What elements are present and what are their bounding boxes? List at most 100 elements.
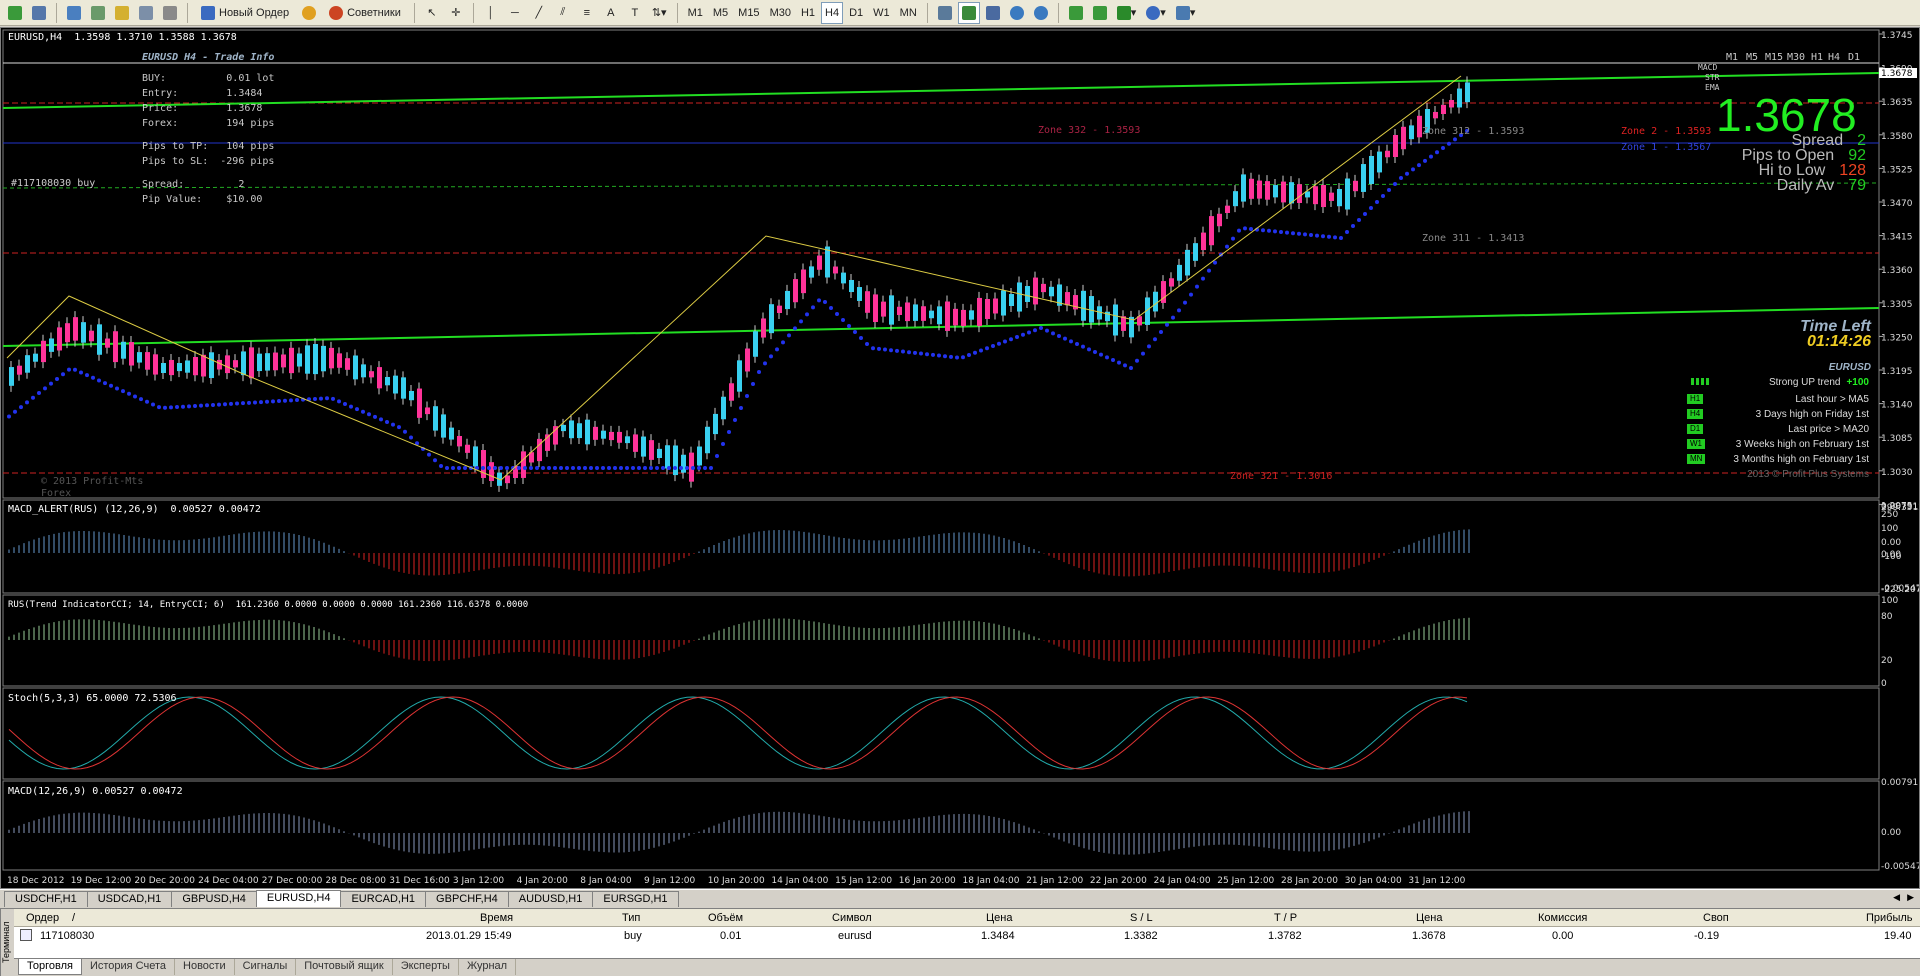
terminal-tab-journal[interactable]: Журнал [459,959,517,975]
horizontal-line-icon[interactable]: ─ [504,2,526,24]
trail-dot [1051,331,1055,336]
timeframe-H1[interactable]: H1 [797,2,819,24]
trail-dot [79,370,83,375]
timeframe-MN[interactable]: MN [896,2,921,24]
col-open-price[interactable]: Цена [986,912,1012,924]
symbol-tab-active[interactable]: EURUSD,H4 [255,890,342,907]
trail-dot [691,466,695,470]
symbol-tab[interactable]: USDCAD,H1 [86,891,173,907]
trail-dot [391,422,395,427]
crosshair-icon[interactable]: ✛ [445,2,467,24]
chart-window[interactable]: 1.37451.36901.36351.35801.35251.34701.34… [0,27,1920,889]
trail-dot [583,466,587,470]
terminal-panel: Терминал Ордер / Время Тип Объём Символ … [0,908,1920,976]
zoom-in-icon[interactable] [1006,2,1028,24]
terminal-tab-experts[interactable]: Эксперты [393,959,459,975]
symbol-tab[interactable]: AUDUSD,H1 [507,891,594,907]
profiles-icon[interactable] [28,2,50,24]
col-time[interactable]: Время [480,912,513,924]
channel-icon[interactable]: ⫽ [552,2,574,24]
trail-dot [337,399,341,404]
advisors-button[interactable]: Советники [322,2,408,24]
timeframe-M5[interactable]: M5 [709,2,732,24]
col-profit[interactable]: Прибыль [1866,912,1913,924]
candle-body [865,291,870,313]
time-tick-label: 14 Jan 04:00 [771,876,828,886]
signal-tf-badge: H1 [1687,394,1704,404]
new-chart-icon[interactable] [4,2,26,24]
tabs-scroll-right-icon[interactable]: ▶ [1907,892,1914,903]
price-chart[interactable]: 1.37451.36901.36351.35801.35251.34701.34… [1,28,1919,888]
trail-dot [1441,146,1445,150]
col-commission[interactable]: Комиссия [1538,912,1587,924]
chart-shift-icon[interactable] [1089,2,1111,24]
candle-body [505,475,510,484]
autoscroll-icon[interactable] [1065,2,1087,24]
trail-dot [1381,194,1385,198]
col-tp[interactable]: T / P [1274,912,1297,924]
terminal-tab-mailbox[interactable]: Почтовый ящик [296,959,393,975]
col-symbol[interactable]: Символ [832,912,872,924]
stats-block: Spread 2 Pips to Open 92 Hi to Low 128 Dail… [1701,132,1866,194]
col-volume[interactable]: Объём [708,912,743,924]
trail-dot [631,466,635,470]
col-sl[interactable]: S / L [1130,912,1153,924]
order-time: 2013.01.29 15:49 [426,930,512,942]
signal-row: H4 3 Days high on Friday 1st [1687,409,1869,424]
navigator-icon[interactable] [87,2,109,24]
candle-body [1113,304,1118,336]
col-swap[interactable]: Своп [1703,912,1729,924]
col-price[interactable]: Цена [1416,912,1442,924]
timeframe-M15[interactable]: M15 [734,2,763,24]
tabs-scroll-left-icon[interactable]: ◀ [1893,892,1900,903]
time-tick-label: 8 Jan 04:00 [580,876,632,886]
fibonacci-icon[interactable]: ≡ [576,2,598,24]
timeframe-M30[interactable]: M30 [766,2,795,24]
bar-chart-icon[interactable] [934,2,956,24]
tester-icon[interactable] [159,2,181,24]
col-type[interactable]: Тип [622,912,640,924]
trendline-icon[interactable]: ╱ [528,2,550,24]
text-icon[interactable]: A [600,2,622,24]
trail-dot [115,386,119,391]
symbol-tab[interactable]: GBPUSD,H4 [171,891,257,907]
cursor-icon[interactable]: ↖ [421,2,443,24]
symbol-tab[interactable]: GBPCHF,H4 [425,891,509,907]
trail-dot [871,346,875,351]
symbol-tab[interactable]: USDCHF,H1 [4,891,88,907]
symbol-tab[interactable]: EURSGD,H1 [592,891,679,907]
terminal-tab-news[interactable]: Новости [175,959,235,975]
terminal-icon[interactable] [135,2,157,24]
timeframe-H4[interactable]: H4 [821,1,844,24]
timeframe-D1[interactable]: D1 [845,2,867,24]
favorites-icon[interactable] [111,2,133,24]
trail-dot [1093,350,1097,354]
line-chart-icon[interactable] [982,2,1004,24]
periods-icon[interactable]: ▾ [1142,2,1170,24]
text-label-icon[interactable]: T [624,2,646,24]
candle-body [129,342,134,366]
subwindow-title-macd-alert: MACD_ALERT(RUS) (12,26,9) 0.00527 0.0047… [8,504,261,515]
signal-text: Last price > MA20 [1788,424,1869,435]
trail-dot [229,401,233,406]
templates-icon[interactable]: ▾ [1172,2,1200,24]
indicators-icon[interactable]: ▾ [1113,2,1141,24]
autotrading-icon[interactable] [298,2,320,24]
dash-tf-m30: M30 [1787,52,1806,63]
order-row[interactable]: 117108030 2013.01.29 15:49 buy 0.01 euru… [14,927,1920,945]
terminal-tab-trade[interactable]: Торговля [18,959,82,975]
symbol-tab[interactable]: EURCAD,H1 [340,891,427,907]
terminal-side-label[interactable]: Терминал [0,909,14,976]
col-order[interactable]: Ордер [26,912,59,924]
zoom-out-icon[interactable] [1030,2,1052,24]
terminal-tab-history[interactable]: История Счета [82,959,176,975]
arrows-icon[interactable]: ⇅▾ [648,2,671,24]
timeframe-W1[interactable]: W1 [869,2,894,24]
market-watch-icon[interactable] [63,2,85,24]
vertical-line-icon[interactable]: │ [480,2,502,24]
candle-chart-icon[interactable] [957,1,980,24]
timeframe-M1[interactable]: M1 [684,2,707,24]
terminal-tab-signals[interactable]: Сигналы [235,959,297,975]
new-order-button[interactable]: Новый Ордер [194,2,296,24]
trail-dot [559,466,563,470]
